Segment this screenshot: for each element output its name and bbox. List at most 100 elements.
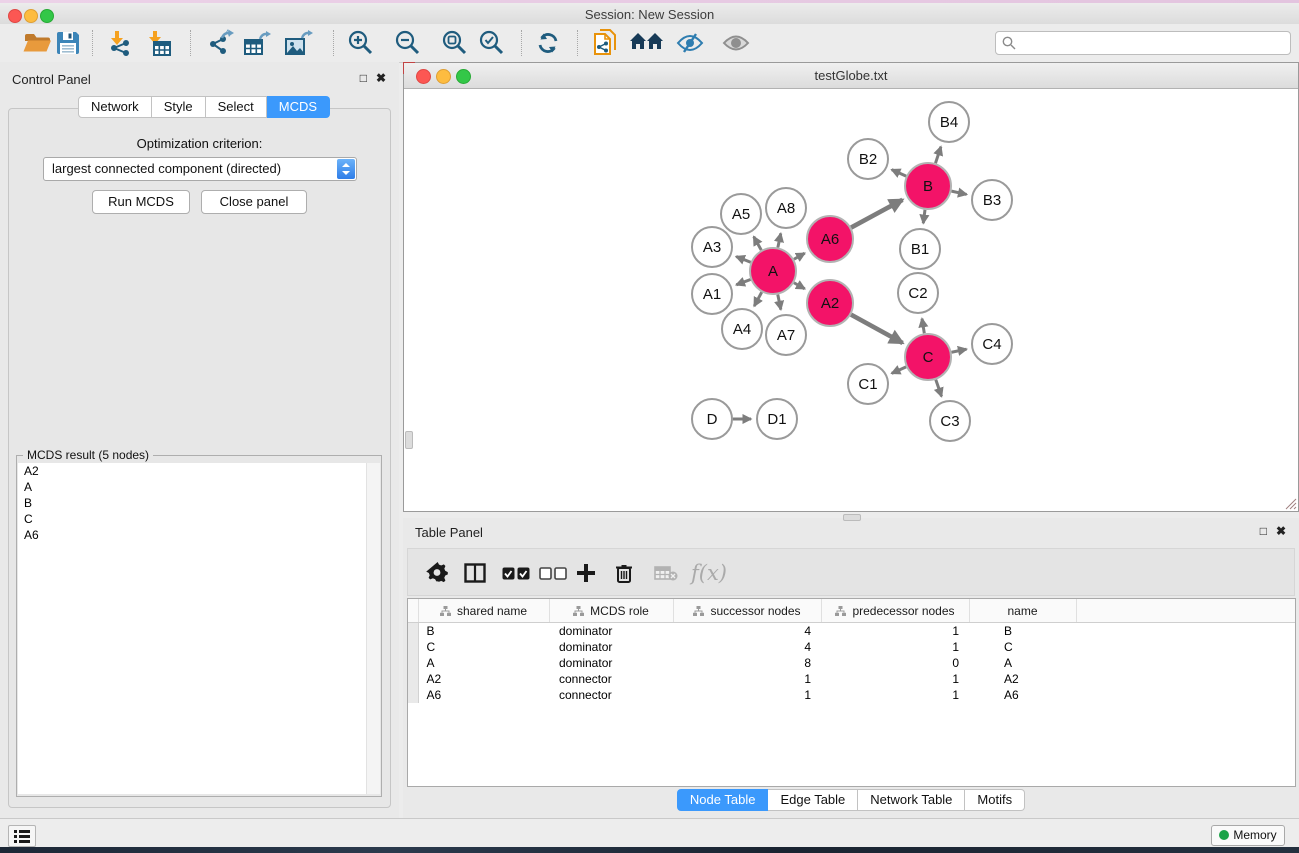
criterion-dropdown[interactable]: largest connected component (directed) [43, 157, 357, 181]
mcds-result-item[interactable]: A2 [18, 463, 367, 479]
table-row[interactable]: Bdominator41B [408, 623, 1295, 640]
select-all-checkboxes-icon[interactable] [502, 557, 530, 589]
zoom-fit-icon[interactable] [437, 27, 473, 59]
panel-splitter-handle[interactable] [405, 431, 413, 449]
import-table-icon[interactable] [141, 27, 177, 59]
graph-edge-C-C2[interactable] [922, 319, 924, 334]
tab-network-table[interactable]: Network Table [858, 789, 965, 811]
run-mcds-button[interactable]: Run MCDS [92, 190, 190, 214]
column-header-shared-name[interactable]: shared name [418, 599, 549, 623]
graph-node-A4[interactable]: A4 [722, 309, 762, 349]
zoom-selected-icon[interactable] [474, 27, 510, 59]
graph-edge-B-B4[interactable] [935, 147, 940, 163]
graph-node-C[interactable]: C [905, 334, 951, 380]
mcds-result-item[interactable]: B [18, 495, 367, 511]
graph-edge-A-A8[interactable] [778, 233, 781, 247]
network-canvas[interactable]: A A1 A2 A3 A4 A5 A6 A7 A8 B B1 B2 B3B4 C C1 C2 C3C4 D D1 [404, 89, 1298, 511]
graph-edge-B-B1[interactable] [923, 210, 925, 223]
refresh-view-icon[interactable] [530, 27, 566, 59]
column-header-successor-nodes[interactable]: successor nodes [673, 599, 821, 623]
tab-select[interactable]: Select [206, 96, 267, 118]
graph-node-C4[interactable]: C4 [972, 324, 1012, 364]
graph-edge-B-B2[interactable] [892, 170, 906, 176]
zoom-out-icon[interactable] [390, 27, 426, 59]
graph-edge-A-A7[interactable] [778, 295, 781, 310]
graph-node-A8[interactable]: A8 [766, 188, 806, 228]
table-row[interactable]: Adominator80A [408, 655, 1295, 671]
task-history-button[interactable] [8, 825, 36, 847]
eye-icon[interactable] [718, 27, 754, 59]
graph-edge-B-B3[interactable] [951, 191, 966, 194]
table-row[interactable]: Cdominator41C [408, 639, 1295, 655]
gear-icon[interactable] [426, 557, 448, 589]
graph-edge-C-C3[interactable] [936, 380, 942, 397]
graph-node-A[interactable]: A [750, 248, 796, 294]
graph-node-B2[interactable]: B2 [848, 139, 888, 179]
add-column-icon[interactable] [577, 557, 595, 589]
unselect-all-checkboxes-icon[interactable] [539, 557, 567, 589]
export-network-icon[interactable] [202, 27, 238, 59]
tab-mcds[interactable]: MCDS [267, 96, 330, 118]
close-panel-button[interactable]: Close panel [201, 190, 307, 214]
split-columns-icon[interactable] [464, 557, 486, 589]
search-input[interactable] [1020, 33, 1284, 53]
zoom-in-icon[interactable] [343, 27, 379, 59]
graph-edge-A6-B[interactable] [851, 200, 902, 228]
save-session-icon[interactable] [50, 27, 86, 59]
graph-node-A5[interactable]: A5 [721, 194, 761, 234]
column-header-predecessor-nodes[interactable]: predecessor nodes [821, 599, 969, 623]
mcds-result-item[interactable]: A6 [18, 527, 367, 543]
tab-node-table[interactable]: Node Table [677, 789, 769, 811]
result-scrollbar[interactable] [366, 463, 380, 794]
table-float-icon[interactable]: □ [1260, 524, 1267, 538]
memory-status-icon [1219, 830, 1229, 840]
graph-edge-A-A4[interactable] [754, 292, 761, 306]
graph-edge-C-C1[interactable] [892, 367, 906, 373]
mcds-result-item[interactable]: C [18, 511, 367, 527]
export-image-icon[interactable] [280, 27, 316, 59]
graph-edge-A-A1[interactable] [736, 279, 750, 284]
graph-node-A3[interactable]: A3 [692, 227, 732, 267]
cell-successor-nodes: 8 [673, 655, 821, 671]
graph-node-B3[interactable]: B3 [972, 180, 1012, 220]
graph-edge-A-A2[interactable] [794, 283, 805, 289]
graph-node-B[interactable]: B [905, 163, 951, 209]
graph-edge-A2-C[interactable] [851, 315, 903, 343]
graph-node-A6[interactable]: A6 [807, 216, 853, 262]
table-row[interactable]: A2connector11A2 [408, 671, 1295, 687]
graph-node-B1[interactable]: B1 [900, 229, 940, 269]
tab-edge-table[interactable]: Edge Table [768, 789, 858, 811]
tab-style[interactable]: Style [152, 96, 206, 118]
graph-node-A1[interactable]: A1 [692, 274, 732, 314]
graph-node-C3[interactable]: C3 [930, 401, 970, 441]
column-header-name[interactable]: name [969, 599, 1076, 623]
close-panel-icon[interactable]: ✖ [376, 71, 386, 85]
document-network-icon[interactable] [587, 27, 623, 59]
graph-node-A7[interactable]: A7 [766, 315, 806, 355]
graph-node-D1[interactable]: D1 [757, 399, 797, 439]
tab-motifs[interactable]: Motifs [965, 789, 1025, 811]
memory-button[interactable]: Memory [1211, 825, 1285, 846]
graph-edge-A-A6[interactable] [794, 253, 805, 259]
delete-column-trash-icon[interactable] [615, 557, 633, 589]
graph-node-B4[interactable]: B4 [929, 102, 969, 142]
graph-node-A2[interactable]: A2 [807, 280, 853, 326]
eye-slash-icon[interactable] [672, 27, 708, 59]
graph-edge-A-A3[interactable] [736, 257, 750, 263]
horizontal-splitter-handle[interactable] [843, 514, 861, 521]
resize-grip-icon[interactable] [1284, 497, 1297, 510]
table-row[interactable]: A6connector11A6 [408, 687, 1295, 703]
graph-edge-C-C4[interactable] [952, 349, 967, 352]
import-network-icon[interactable] [102, 27, 138, 59]
float-panel-icon[interactable]: □ [360, 71, 367, 85]
graph-node-C1[interactable]: C1 [848, 364, 888, 404]
tab-network[interactable]: Network [78, 96, 152, 118]
table-close-icon[interactable]: ✖ [1276, 524, 1286, 538]
graph-node-D[interactable]: D [692, 399, 732, 439]
mcds-result-item[interactable]: A [18, 479, 367, 495]
graph-edge-A-A5[interactable] [754, 237, 762, 250]
double-house-icon[interactable] [629, 27, 665, 59]
column-header-MCDS-role[interactable]: MCDS role [549, 599, 673, 623]
export-table-icon[interactable] [239, 27, 275, 59]
graph-node-C2[interactable]: C2 [898, 273, 938, 313]
